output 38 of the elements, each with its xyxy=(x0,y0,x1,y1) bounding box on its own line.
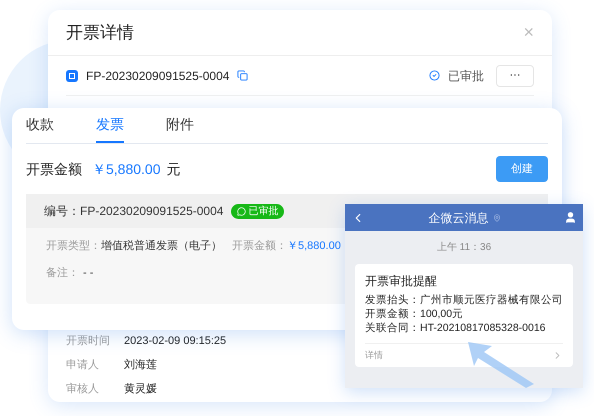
note-value: - - xyxy=(83,266,94,280)
type-value: 增值税普通发票（电子） xyxy=(101,238,222,254)
tab[interactable]: 收款 xyxy=(26,114,54,143)
tab[interactable]: 发票 xyxy=(96,114,124,143)
copy-icon[interactable] xyxy=(237,70,248,81)
field-value: 黄灵媛 xyxy=(124,382,157,397)
details-link[interactable]: 详情 xyxy=(365,348,383,362)
card-title: 开票审批提醒 xyxy=(365,273,438,290)
message-time: 上午 11：36 xyxy=(436,240,492,255)
pointer-arrow-icon xyxy=(466,340,536,390)
create-button[interactable]: 创建 xyxy=(496,156,548,182)
approved-badge: 已审批 xyxy=(231,204,284,218)
window-title: 开票详情 xyxy=(66,22,134,44)
status-text: 已审批 xyxy=(448,68,484,84)
record-number: 编号：FP-20230209091525-0004 xyxy=(44,203,224,220)
amount-label: 开票金额 xyxy=(26,160,82,178)
amount-unit: 元 xyxy=(166,160,180,178)
message-line: 发票抬头：广州市顺元医疗器械有限公司 xyxy=(365,293,563,307)
pin-icon xyxy=(492,214,500,222)
message-line: 关联合同：HT-20210817085328-0016 xyxy=(365,321,547,335)
check-circle-icon xyxy=(429,70,440,81)
amount-value: ￥5,880.00 xyxy=(92,160,160,178)
panel-title: 企微云消息 xyxy=(428,210,488,226)
field-label: 审核人 xyxy=(66,382,100,397)
field-label: 开票时间 xyxy=(66,334,111,349)
invoice-icon xyxy=(66,70,78,82)
note-label: 备注： xyxy=(46,266,79,280)
tab[interactable]: 附件 xyxy=(166,114,194,143)
user-icon[interactable] xyxy=(564,211,577,224)
field-label: 申请人 xyxy=(66,358,100,373)
more-button[interactable]: ··· xyxy=(496,64,534,86)
message-line: 开票金额：100,00元 xyxy=(365,307,464,321)
invoice-number: FP-20230209091525-0004 xyxy=(86,68,230,84)
field-value: 刘海莲 xyxy=(124,358,157,373)
amount-label: 开票金额： xyxy=(232,238,287,254)
amount-value: ￥5,880.00 xyxy=(287,239,341,254)
type-label: 开票类型： xyxy=(46,239,101,254)
field-value: 2023-02-09 09:15:25 xyxy=(124,334,226,349)
